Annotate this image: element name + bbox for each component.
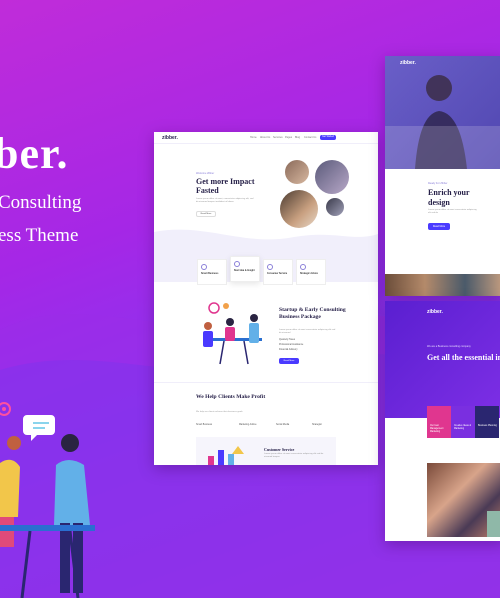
nav-item-about[interactable]: About Us bbox=[260, 136, 270, 139]
mockup-title: Get all the essential in a lightweight p… bbox=[427, 353, 500, 362]
mockup-tag: Ready For Zibber bbox=[428, 182, 448, 185]
tab-strategist[interactable]: Strategist bbox=[312, 424, 322, 426]
mockup-logo[interactable]: zibber. bbox=[400, 60, 416, 66]
nav-item-pages[interactable]: Pages bbox=[285, 136, 292, 139]
package-read-more-button[interactable]: Read More bbox=[279, 358, 299, 364]
service-card-label: Creative Ideas & Marketing bbox=[454, 425, 471, 430]
hero-photo bbox=[385, 56, 500, 169]
hero-tag: Welcome Zibber bbox=[196, 172, 215, 175]
mockup-title: Enrich your design bbox=[428, 188, 470, 207]
hero-read-more-button[interactable]: Read More bbox=[196, 211, 216, 217]
hero-tagline-line2: ess Theme bbox=[0, 225, 79, 246]
help-section-description: We help our clients achieve their busine… bbox=[196, 411, 243, 413]
package-check-item: Financial Advisory bbox=[279, 349, 298, 351]
tab-smart-business[interactable]: Smart Business bbox=[196, 424, 212, 426]
hero-brand: ber. bbox=[0, 129, 69, 178]
mockup-tag: We are a Business consulting company bbox=[427, 345, 471, 348]
feature-icon bbox=[201, 264, 207, 270]
customer-service-title: Customer Service bbox=[264, 447, 295, 452]
mockup-navbar: zibber. Home About Us Services Pages Blo… bbox=[154, 132, 378, 144]
woman-photo-silhouette bbox=[385, 75, 500, 169]
feature-label: Best Idea & Insight bbox=[234, 270, 255, 272]
tab-social-media[interactable]: Social Media bbox=[276, 424, 289, 426]
feature-icon bbox=[267, 264, 273, 270]
package-check-item: Quarterly Taxes bbox=[279, 339, 296, 341]
service-card-label: Our best Management Marketing bbox=[430, 425, 444, 433]
team-photo-circle bbox=[285, 160, 309, 184]
people-illustration bbox=[0, 402, 95, 598]
help-section-title: We Help Clients Make Profit bbox=[196, 394, 266, 400]
feature-card[interactable]: Best Idea & Insight bbox=[230, 256, 260, 282]
tab-marketing-advice[interactable]: Marketing Advice bbox=[239, 424, 257, 426]
meeting-illustration bbox=[203, 302, 262, 365]
right-website-mockup-bottom: zibber. We are a Business consulting com… bbox=[385, 301, 500, 541]
feature-card[interactable]: Consumer Service bbox=[263, 259, 293, 285]
service-card[interactable]: Creative Ideas & Marketing bbox=[451, 406, 475, 438]
photo-accent bbox=[487, 511, 500, 537]
nav-item-services[interactable]: Services bbox=[273, 136, 283, 139]
right-website-mockup-top: zibber. Ready For Zibber Enrich your des… bbox=[385, 56, 500, 296]
team-photo-circle bbox=[315, 160, 349, 194]
feature-icon bbox=[300, 264, 306, 270]
team-photo-circle bbox=[326, 198, 344, 216]
chart-illustration bbox=[208, 446, 244, 465]
service-card[interactable]: Business Planning bbox=[475, 406, 499, 438]
service-card-label: Business Planning bbox=[478, 425, 497, 427]
feature-card[interactable]: Strategic Advice bbox=[296, 259, 326, 285]
main-website-mockup: zibber. Home About Us Services Pages Blo… bbox=[154, 132, 378, 465]
hero-description: Lorem ipsum dolor sit amet, consectetur … bbox=[196, 198, 254, 203]
mockup-read-more-button[interactable]: Read More bbox=[428, 223, 450, 230]
feature-label: Consumer Service bbox=[267, 273, 288, 275]
package-title: Startup & Early Consulting Business Pack… bbox=[279, 307, 346, 320]
section-divider bbox=[154, 382, 378, 383]
nav-item-blog[interactable]: Blog bbox=[295, 136, 300, 139]
mockup-description: Lorem ipsum dolor sit amet consectetur a… bbox=[428, 209, 477, 214]
feature-label: Strategic Advice bbox=[300, 273, 318, 275]
mockup-logo[interactable]: zibber. bbox=[162, 135, 178, 141]
nav-item-home[interactable]: Home bbox=[250, 136, 257, 139]
feature-card[interactable]: Smart Business bbox=[197, 259, 227, 285]
hero-title: Get more Impact Fasted bbox=[196, 177, 255, 195]
service-card[interactable]: Our best Management Marketing bbox=[427, 406, 451, 438]
feature-label: Smart Business bbox=[201, 273, 219, 275]
package-description: Lorem ipsum dolor sit amet consectetur a… bbox=[279, 329, 336, 334]
customer-service-description: Lorem ipsum dolor sit amet consectetur a… bbox=[264, 453, 324, 458]
team-photo-strip bbox=[385, 274, 500, 296]
hero-tagline-line1: Consulting bbox=[0, 192, 82, 213]
feature-icon bbox=[234, 261, 240, 267]
mockup-logo[interactable]: zibber. bbox=[427, 309, 443, 315]
nav-cta-button[interactable]: Get Started bbox=[320, 135, 336, 140]
nav-item-contact[interactable]: Contact Us bbox=[304, 136, 316, 139]
package-check-item: Professional Assistance bbox=[279, 344, 304, 346]
